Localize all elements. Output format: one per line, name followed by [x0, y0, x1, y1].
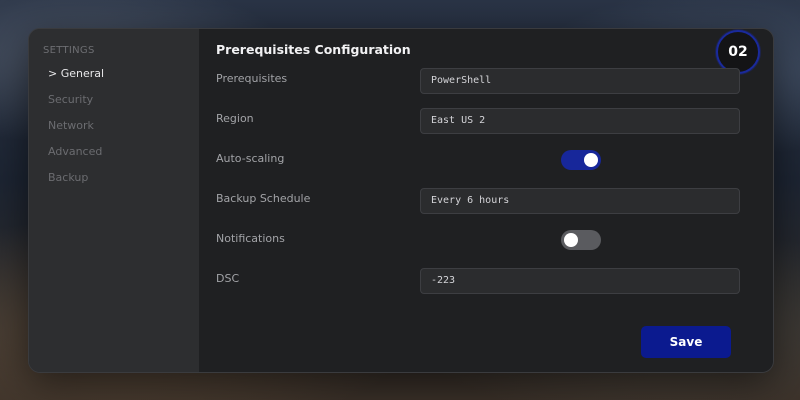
backup-schedule-field[interactable]: Every 6 hours: [420, 188, 740, 214]
sidebar-item-backup[interactable]: Backup: [48, 171, 88, 184]
prerequisites-field[interactable]: PowerShell: [420, 68, 740, 94]
save-button[interactable]: Save: [641, 326, 731, 358]
sidebar-item-general[interactable]: > General: [48, 67, 104, 80]
main-content: Prerequisites Configuration 02 Prerequis…: [199, 29, 773, 372]
sidebar-item-network[interactable]: Network: [48, 119, 94, 132]
page-title: Prerequisites Configuration: [216, 42, 411, 57]
notifications-label: Notifications: [216, 232, 285, 245]
dsc-field[interactable]: -223: [420, 268, 740, 294]
region-field[interactable]: East US 2: [420, 108, 740, 134]
region-label: Region: [216, 112, 254, 125]
auto-scaling-toggle[interactable]: [561, 150, 601, 170]
sidebar-item-advanced[interactable]: Advanced: [48, 145, 102, 158]
prerequisites-label: Prerequisites: [216, 72, 288, 85]
sidebar-heading: SETTINGS: [43, 45, 95, 56]
sidebar-item-security[interactable]: Security: [48, 93, 93, 106]
toggle-knob: [584, 153, 598, 167]
dsc-label: DSC: [216, 272, 240, 285]
sidebar: SETTINGS > General Security Network Adva…: [29, 29, 199, 372]
auto-scaling-label: Auto-scaling: [216, 152, 285, 165]
backup-schedule-label: Backup Schedule: [216, 192, 311, 205]
toggle-knob: [564, 233, 578, 247]
settings-window: SETTINGS > General Security Network Adva…: [28, 28, 774, 373]
notifications-toggle[interactable]: [561, 230, 601, 250]
